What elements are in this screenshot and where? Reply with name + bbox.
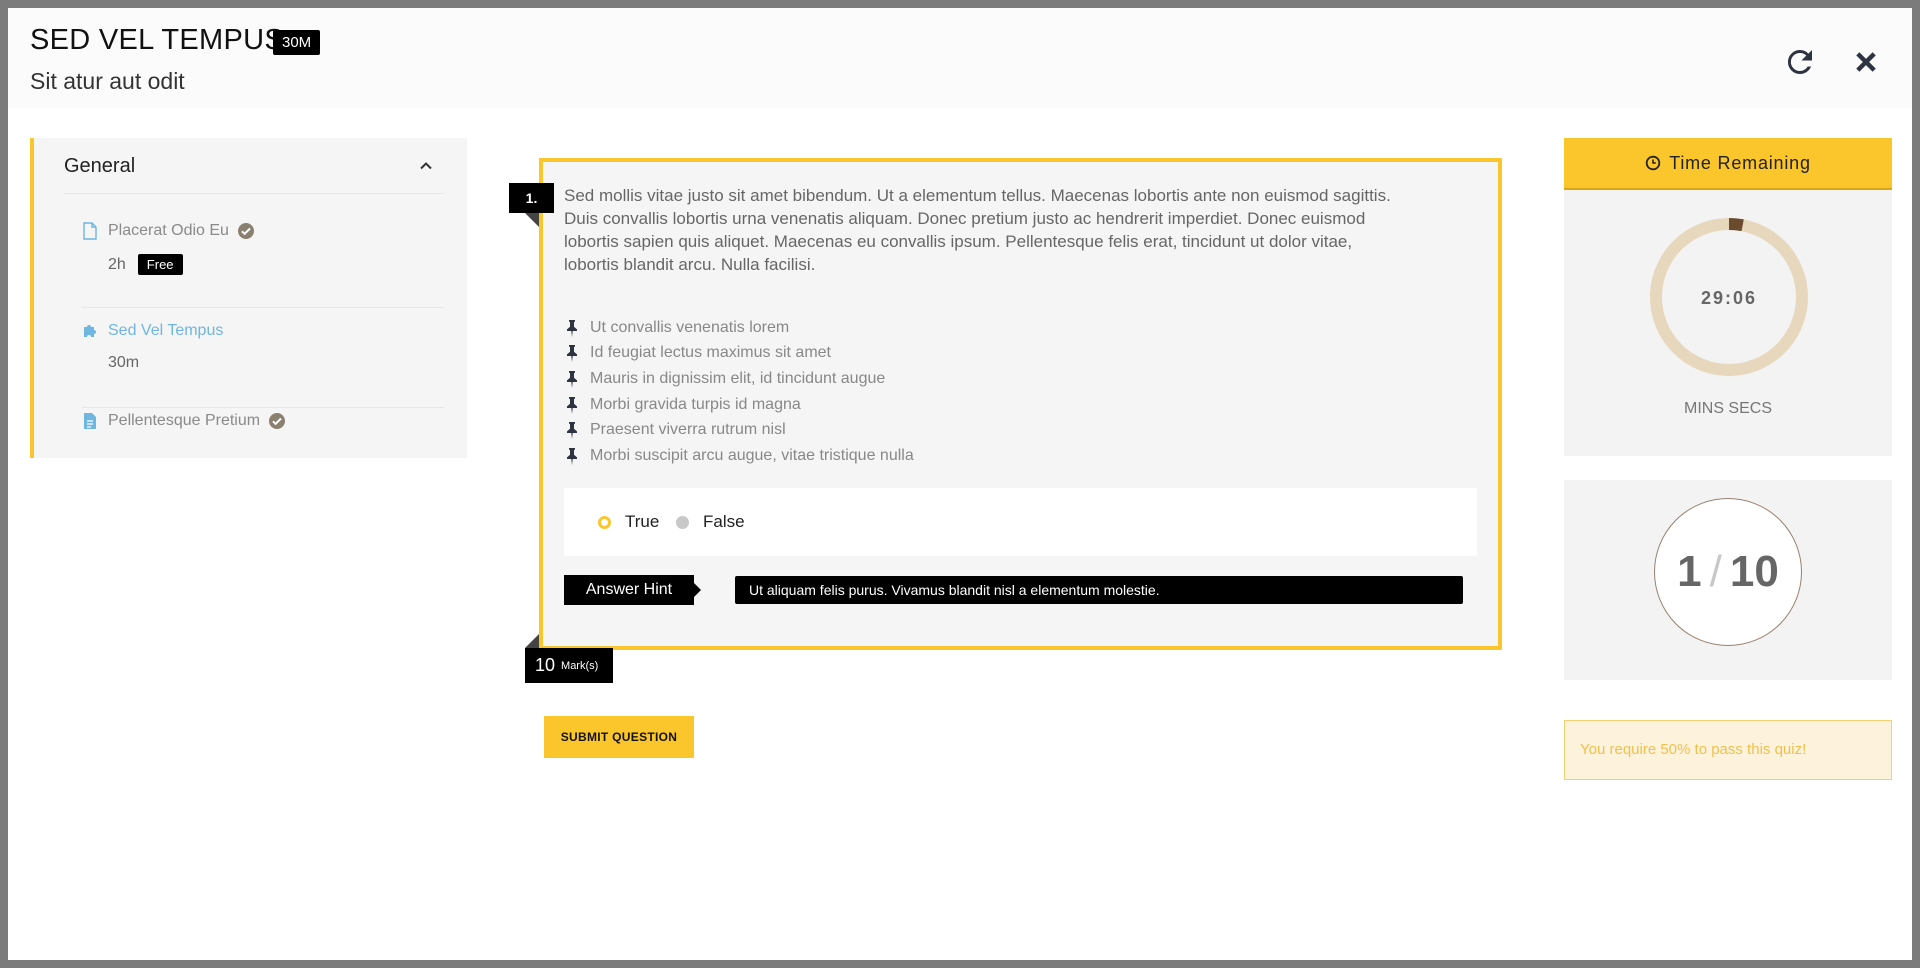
chevron-up-icon[interactable] <box>418 158 434 174</box>
option-false[interactable]: False <box>676 512 745 532</box>
option-label: True <box>625 512 660 531</box>
pushpin-icon <box>564 421 580 440</box>
section-label: General <box>64 155 136 177</box>
clock-icon <box>1645 155 1661 171</box>
timer-header-label: Time Remaining <box>1669 152 1811 173</box>
lesson-title: Sed Vel Tempus <box>108 322 224 339</box>
list-item-text: Morbi suscipit arcu augue, vitae tristiq… <box>590 446 914 464</box>
duration-badge: 30M <box>273 30 321 55</box>
page-title: SED VEL TEMPUS <box>30 24 284 56</box>
refresh-icon[interactable] <box>1782 44 1818 80</box>
time-remaining-value: 29:06 <box>1700 288 1758 308</box>
list-item-text: Praesent viverra rutrum nisl <box>590 421 786 439</box>
document-text-icon <box>82 412 98 430</box>
list-item-text: Id feugiat lectus maximus sit amet <box>590 344 831 362</box>
document-icon <box>82 222 98 240</box>
hint-arrow <box>694 583 701 597</box>
sidebar-item-pellentesque-pretium[interactable]: Pellentesque Pretium <box>82 408 444 448</box>
option-label: False <box>703 512 745 531</box>
pushpin-icon <box>564 447 580 465</box>
sidebar-item-sed-vel-tempus[interactable]: Sed Vel Tempus 30m <box>82 318 444 408</box>
pushpin-icon <box>564 396 580 414</box>
quiz-window: SED VEL TEMPUS 30M Sit atur aut odit Gen… <box>8 8 1912 960</box>
list-item: Praesent viverra rutrum nisl <box>564 417 1164 443</box>
question-number: 1. <box>509 183 554 213</box>
list-item-text: Ut convallis venenatis lorem <box>590 318 790 336</box>
check-circle-icon <box>237 222 255 240</box>
pass-requirement-notice: You require 50% to pass this quiz! <box>1564 720 1892 780</box>
lesson-title: Pellentesque Pretium <box>108 412 261 430</box>
puzzle-icon <box>82 322 98 340</box>
answer-options: True False <box>564 488 1477 556</box>
lesson-duration: 2h <box>108 256 126 273</box>
question-bullet-list: Ut convallis venenatis lorem Id feugiat … <box>564 315 1164 469</box>
list-item: Morbi suscipit arcu augue, vitae tristiq… <box>564 443 1164 469</box>
question-progress-circle: 1/10 <box>1654 498 1802 646</box>
progress-separator: / <box>1709 547 1722 596</box>
option-true[interactable]: True <box>598 512 659 532</box>
list-item-text: Morbi gravida turpis id magna <box>590 395 801 413</box>
marks-badge: 10 Mark(s) <box>525 648 613 683</box>
time-units-label: MINS SECS <box>1683 400 1772 417</box>
current-question: 1 <box>1677 547 1702 596</box>
timer-header: Time Remaining <box>1564 138 1892 190</box>
question-text: Sed mollis vitae justo sit amet bibendum… <box>564 186 1391 274</box>
radio-selected[interactable] <box>598 515 611 529</box>
total-questions: 10 <box>1729 547 1779 596</box>
pushpin-icon <box>564 344 580 363</box>
lesson-duration: 30m <box>108 354 140 371</box>
header: SED VEL TEMPUS 30M Sit atur aut odit <box>8 8 1912 108</box>
free-badge: Free <box>137 254 183 275</box>
answer-hint-button[interactable]: Answer Hint <box>564 575 694 605</box>
list-item-text: Mauris in dignissim elit, id tincidunt a… <box>590 369 886 387</box>
radio-unselected[interactable] <box>676 515 689 529</box>
lesson-title: Placerat Odio Eu <box>108 222 229 240</box>
answer-hint-text: Ut aliquam felis purus. Vivamus blandit … <box>735 576 1463 604</box>
curriculum-sidebar: General Placerat Odio Eu 2h Free Sed Vel … <box>30 138 467 458</box>
list-item: Id feugiat lectus maximus sit amet <box>564 341 1164 367</box>
list-item: Ut convallis venenatis lorem <box>564 315 1164 341</box>
pushpin-icon <box>564 370 580 388</box>
pushpin-icon <box>564 319 580 337</box>
sidebar-item-placerat-odio-eu[interactable]: Placerat Odio Eu 2h Free <box>82 218 444 308</box>
check-circle-icon <box>268 412 286 430</box>
question-number-fold <box>525 213 539 227</box>
submit-question-button[interactable]: SUBMIT QUESTION <box>544 716 694 758</box>
marks-value: 10 <box>535 655 556 675</box>
section-header-general[interactable]: General <box>64 138 444 194</box>
list-item: Mauris in dignissim elit, id tincidunt a… <box>564 366 1164 392</box>
marks-fold <box>525 634 539 648</box>
close-icon[interactable] <box>1848 44 1884 80</box>
marks-label: Mark(s) <box>561 659 599 672</box>
list-item: Morbi gravida turpis id magna <box>564 392 1164 418</box>
page-subtitle: Sit atur aut odit <box>30 68 185 94</box>
